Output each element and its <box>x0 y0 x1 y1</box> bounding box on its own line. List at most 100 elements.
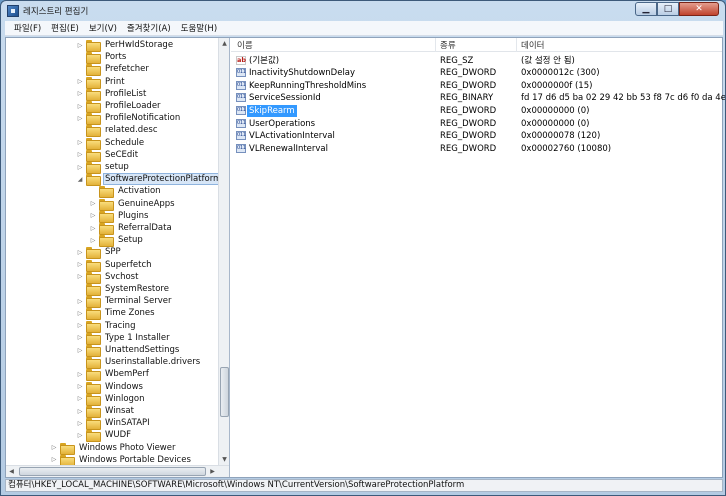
expand-arrow-icon[interactable]: ▷ <box>76 322 84 330</box>
expand-arrow-icon[interactable]: ▷ <box>76 346 84 354</box>
tree-item[interactable]: ▷ ProfileNotification <box>76 112 182 126</box>
value-row[interactable]: 011 KeepRunningThresholdMins REG_DWORD 0x00… <box>231 80 722 93</box>
expand-arrow-icon[interactable]: ▷ <box>76 309 84 317</box>
tree-vertical-scrollbar[interactable]: ▲ ▼ <box>218 38 229 465</box>
expand-arrow-icon[interactable]: ▷ <box>76 114 84 122</box>
expand-arrow-icon[interactable]: ▷ <box>76 41 84 49</box>
expand-arrow-icon[interactable]: ▷ <box>76 163 84 171</box>
key-tree-pane[interactable]: ▷ PerHwIdStorage Ports Prefetcher ▷ Print ▷ Pro… <box>6 38 230 477</box>
value-row[interactable]: 011 ServiceSessionId REG_BINARY fd 17 d6 d5… <box>231 92 725 105</box>
tree-item[interactable]: SystemRestore <box>76 283 171 297</box>
tree-item[interactable]: ▷ Windows Portable Devices <box>50 454 193 465</box>
expand-arrow-icon[interactable]: ▷ <box>76 102 84 110</box>
value-row[interactable]: ab (기본값) REG_SZ (값 설정 안 됨) <box>231 55 722 68</box>
scroll-right-arrow-icon[interactable]: ▶ <box>207 466 218 477</box>
menu-file[interactable]: 파일(F) <box>9 22 46 34</box>
expand-arrow-icon[interactable]: ▷ <box>76 78 84 86</box>
maximize-button[interactable]: □ <box>657 2 679 16</box>
tree-item[interactable]: ▷ setup <box>76 161 131 175</box>
tree-item[interactable]: ▷ Svchost <box>76 271 140 284</box>
expand-arrow-icon[interactable]: ▷ <box>50 456 58 464</box>
tree-item[interactable]: ▷ ProfileLoader <box>76 100 163 114</box>
expand-arrow-icon[interactable]: ▷ <box>50 444 58 452</box>
expand-arrow-icon[interactable]: ▷ <box>76 395 84 403</box>
menu-view[interactable]: 보기(V) <box>84 22 122 34</box>
value-row[interactable]: 011 SkipRearm REG_DWORD 0x00000000 (0) <box>231 104 722 118</box>
tree-item[interactable]: Ports <box>76 51 128 65</box>
scroll-up-arrow-icon[interactable]: ▲ <box>219 38 229 49</box>
tree-horizontal-scrollbar[interactable]: ◀ ▶ <box>6 465 229 477</box>
tree-item[interactable]: ▷ Type 1 Installer <box>76 332 172 345</box>
expand-arrow-icon[interactable]: ▷ <box>89 236 97 244</box>
tree-item[interactable]: ▷ Terminal Server <box>76 295 174 309</box>
value-row[interactable]: 011 UserOperations REG_DWORD 0x00000000 (0) <box>231 118 722 131</box>
expand-arrow-icon[interactable]: ▷ <box>76 383 84 391</box>
expand-arrow-icon[interactable]: ▷ <box>76 248 84 256</box>
expand-arrow-icon[interactable]: ▷ <box>76 334 84 342</box>
values-pane[interactable]: 이름 종류 데이터 ab (기본값) REG_SZ (값 설정 안 됨) 011 Inac… <box>231 38 725 477</box>
tree-item[interactable]: ▷ Superfetch <box>76 259 154 272</box>
tree-item[interactable]: ▷ SeCEdit <box>76 149 140 162</box>
tree-item[interactable]: ▷ ReferralData <box>89 222 174 236</box>
expand-arrow-icon[interactable]: ▷ <box>76 151 84 159</box>
tree-item[interactable]: ▷ WbemPerf <box>76 368 151 382</box>
expand-arrow-icon[interactable]: ▷ <box>89 200 97 208</box>
tree-item[interactable]: ▷ WinSATAPI <box>76 417 152 431</box>
menu-favorites[interactable]: 즐겨찾기(A) <box>122 22 176 34</box>
column-divider[interactable] <box>516 38 517 52</box>
folder-icon <box>86 125 101 138</box>
expand-arrow-icon[interactable]: ▷ <box>76 419 84 427</box>
tree-item[interactable]: ▷ GenuineApps <box>89 198 177 211</box>
value-row[interactable]: 011 VLActivationInterval REG_DWORD 0x000000… <box>231 130 722 143</box>
menu-edit[interactable]: 편집(E) <box>46 22 84 34</box>
tree-item[interactable]: ▷ Windows Photo Viewer <box>50 442 178 455</box>
tree-item[interactable]: ▷ UnattendSettings <box>76 344 181 358</box>
close-button[interactable]: ✕ <box>679 2 719 16</box>
tree-item[interactable]: ▷ Windows <box>76 381 145 394</box>
tree-vertical-scroll-thumb[interactable] <box>220 367 229 417</box>
expand-arrow-icon[interactable]: ▷ <box>76 90 84 98</box>
tree-item[interactable]: Activation <box>89 185 163 199</box>
tree-item[interactable]: ◢ SoftwareProtectionPlatform <box>76 173 218 187</box>
minimize-button[interactable]: ▁ <box>635 2 657 16</box>
expand-arrow-icon[interactable]: ▷ <box>76 370 84 378</box>
tree-item[interactable]: ▷ Plugins <box>89 210 150 223</box>
menu-help[interactable]: 도움말(H) <box>176 22 222 34</box>
tree-item[interactable]: related.desc <box>76 124 160 138</box>
value-row[interactable]: 011 InactivityShutdownDelay REG_DWORD 0x000… <box>231 67 722 80</box>
column-name-header[interactable]: 이름 <box>237 39 253 51</box>
tree-item[interactable]: ▷ WUDF <box>76 429 133 443</box>
expand-arrow-icon[interactable]: ▷ <box>89 212 97 220</box>
tree-item[interactable]: ▷ ProfileList <box>76 88 148 101</box>
tree-item[interactable]: ▷ Time Zones <box>76 307 157 321</box>
value-name: InactivityShutdownDelay <box>249 68 356 79</box>
tree-item[interactable]: ▷ Print <box>76 76 127 89</box>
title-bar[interactable]: 레지스트리 편집기 ▁ □ ✕ <box>1 1 725 21</box>
tree-item[interactable]: ▷ Setup <box>89 234 145 248</box>
tree-item[interactable]: ▷ Schedule <box>76 137 146 150</box>
tree-item[interactable]: ▷ SPP <box>76 246 123 260</box>
tree-item[interactable]: Prefetcher <box>76 63 151 77</box>
collapse-arrow-icon[interactable]: ◢ <box>76 175 84 183</box>
expand-arrow-icon[interactable]: ▷ <box>76 407 84 415</box>
value-row[interactable]: 011 VLRenewalInterval REG_DWORD 0x00002760 … <box>231 143 722 156</box>
tree-item[interactable]: ▷ Tracing <box>76 320 137 333</box>
tree-horizontal-scroll-thumb[interactable] <box>19 467 206 476</box>
tree-item[interactable]: ▷ Winsat <box>76 405 136 419</box>
expand-arrow-icon[interactable]: ▷ <box>76 431 84 439</box>
expand-arrow-icon[interactable]: ▷ <box>76 273 84 281</box>
value-name: KeepRunningThresholdMins <box>249 80 367 91</box>
tree-item[interactable]: ▷ Winlogon <box>76 393 147 406</box>
tree-item[interactable]: ▷ PerHwIdStorage <box>76 39 175 53</box>
expand-arrow-icon[interactable]: ▷ <box>76 261 84 269</box>
scroll-down-arrow-icon[interactable]: ▼ <box>219 454 229 465</box>
expand-arrow-icon[interactable]: ▷ <box>89 224 97 232</box>
column-divider[interactable] <box>435 38 436 52</box>
expand-arrow-icon[interactable]: ▷ <box>76 297 84 305</box>
tree-item[interactable]: Userinstallable.drivers <box>76 356 202 370</box>
expand-arrow-icon[interactable]: ▷ <box>76 139 84 147</box>
scroll-left-arrow-icon[interactable]: ◀ <box>6 466 17 477</box>
column-data-header[interactable]: 데이터 <box>521 39 544 51</box>
column-type-header[interactable]: 종류 <box>440 39 456 51</box>
value-data: (값 설정 안 됨) <box>521 55 575 66</box>
